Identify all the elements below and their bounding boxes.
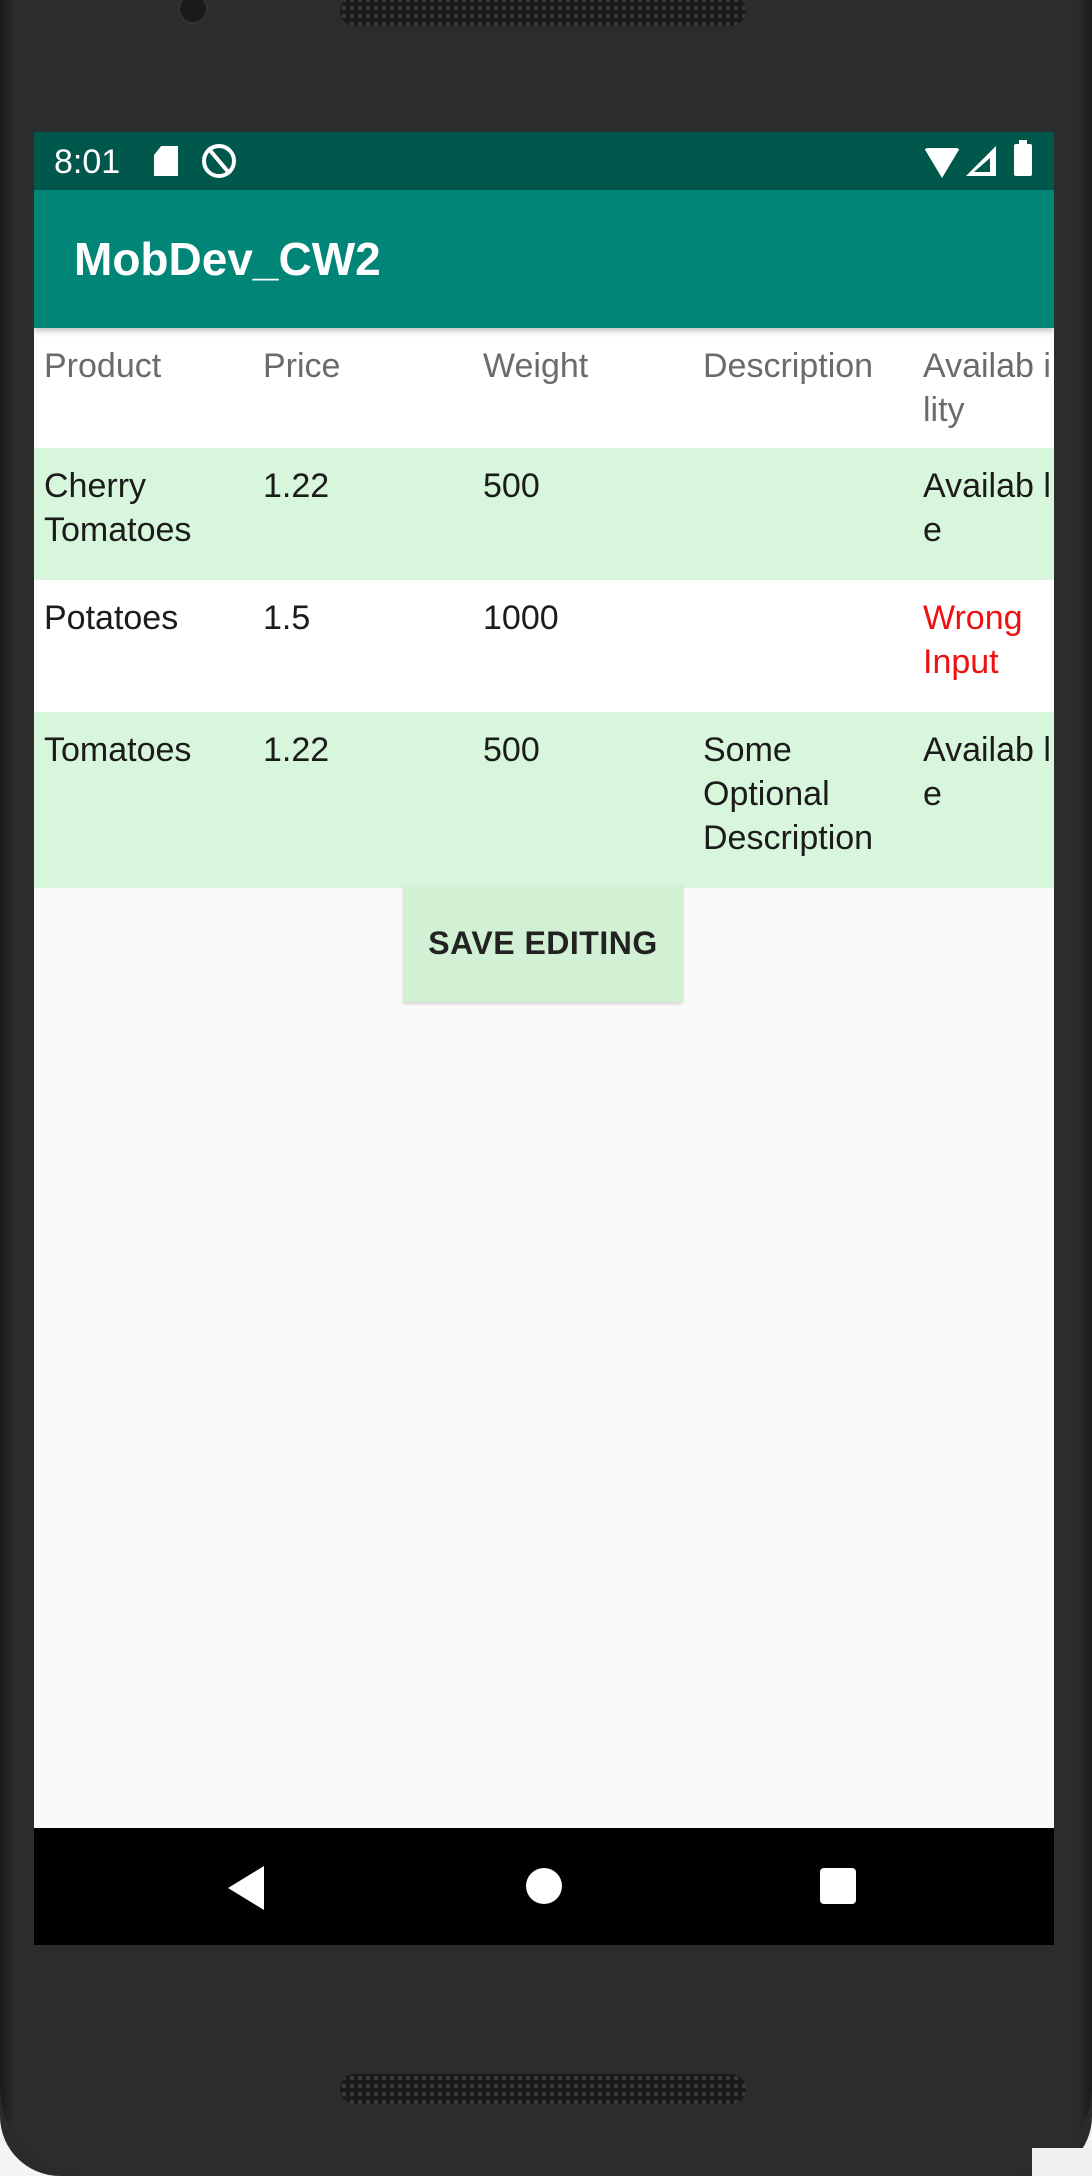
cell-availability-error: Wrong Input xyxy=(923,599,1023,681)
cell-weight[interactable]: 500 xyxy=(473,712,693,888)
battery-icon xyxy=(1014,140,1032,176)
header-availability: Availab ility xyxy=(923,347,1051,429)
cell-product[interactable]: Cherry Tomatoes xyxy=(34,448,253,580)
table-row[interactable]: Potatoes 1.5 1000 Wrong Input xyxy=(34,580,1054,712)
navigation-bar xyxy=(34,1828,1054,1945)
cell-description[interactable] xyxy=(693,448,913,580)
table-header-row: Product Price Weight Description Availab… xyxy=(34,328,1054,448)
recents-icon[interactable] xyxy=(820,1868,856,1904)
header-product: Product xyxy=(44,347,162,385)
phone-frame: 8:01 MobDev_CW2 Product Price Weight Des… xyxy=(0,0,1092,2176)
cell-availability: Availab le xyxy=(923,731,1051,813)
signal-icon xyxy=(966,146,996,176)
cell-description[interactable] xyxy=(693,580,913,712)
table-row[interactable]: Tomatoes 1.22 500 Some Optional Descript… xyxy=(34,712,1054,888)
bottom-speaker xyxy=(340,2074,746,2104)
header-price: Price xyxy=(263,347,341,385)
cell-description[interactable]: Some Optional Description xyxy=(693,712,913,888)
cell-product[interactable]: Tomatoes xyxy=(34,712,253,888)
app-title: MobDev_CW2 xyxy=(74,233,381,285)
back-icon[interactable] xyxy=(228,1866,264,1910)
header-description: Description xyxy=(703,347,874,385)
cell-product[interactable]: Potatoes xyxy=(34,580,253,712)
status-time: 8:01 xyxy=(54,143,121,181)
sd-card-icon xyxy=(154,146,178,176)
cell-weight[interactable]: 500 xyxy=(473,448,693,580)
cell-weight[interactable]: 1000 xyxy=(473,580,693,712)
product-table: Product Price Weight Description Availab… xyxy=(34,328,1054,888)
status-bar: 8:01 xyxy=(34,132,1054,190)
screen: 8:01 MobDev_CW2 Product Price Weight Des… xyxy=(34,132,1054,1945)
wifi-icon xyxy=(924,148,960,178)
sync-off-icon xyxy=(202,144,236,178)
header-weight: Weight xyxy=(483,347,589,385)
window-corner xyxy=(1032,2148,1092,2176)
save-editing-button[interactable]: SAVE EDITING xyxy=(403,885,683,1002)
table-row[interactable]: Cherry Tomatoes 1.22 500 Availab le xyxy=(34,448,1054,580)
top-speaker xyxy=(340,0,746,26)
app-bar: MobDev_CW2 xyxy=(34,190,1054,328)
cell-price[interactable]: 1.5 xyxy=(253,580,473,712)
cell-price[interactable]: 1.22 xyxy=(253,712,473,888)
cell-availability: Availab le xyxy=(923,467,1051,549)
home-icon[interactable] xyxy=(526,1868,562,1904)
cell-price[interactable]: 1.22 xyxy=(253,448,473,580)
